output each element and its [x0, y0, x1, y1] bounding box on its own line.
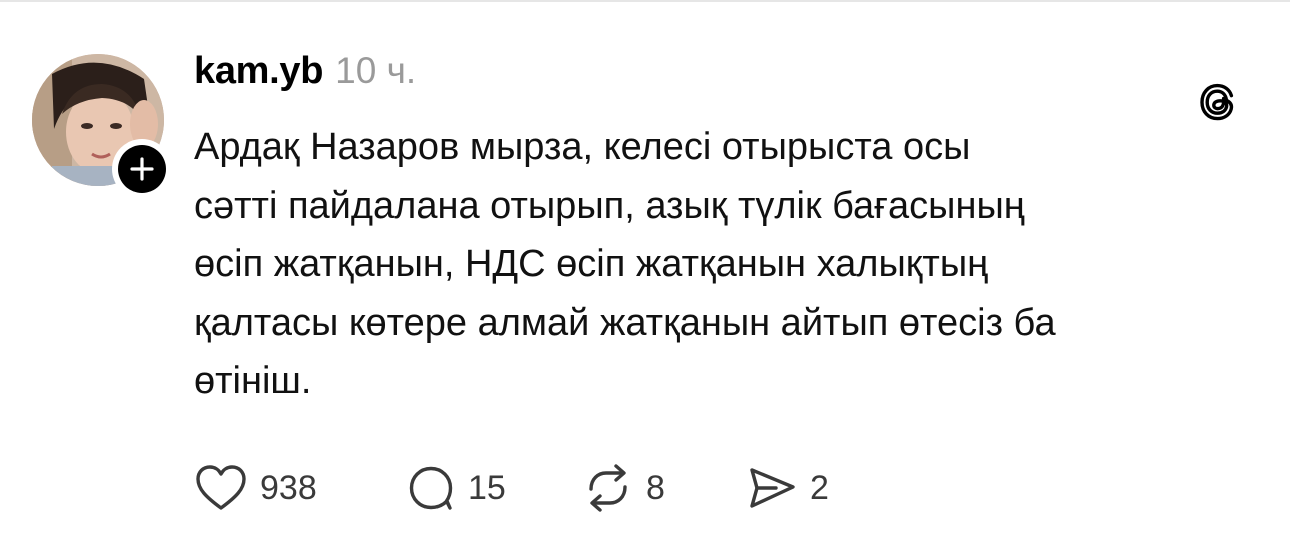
post-header: kam.yb 10 ч.	[194, 50, 416, 100]
post-actions-bar: 938 15 8 2	[194, 460, 866, 516]
like-count: 938	[260, 468, 317, 507]
repost-button[interactable]: 8	[582, 463, 746, 513]
post-body-text: Ардақ Назаров мырза, келесі отырыста осы…	[194, 126, 1056, 402]
comment-icon	[406, 463, 456, 513]
reply-count: 15	[468, 468, 506, 507]
repost-icon	[582, 463, 634, 513]
username[interactable]: kam.yb	[194, 50, 323, 93]
plus-icon	[130, 157, 154, 181]
heart-icon	[194, 463, 248, 513]
repost-count: 8	[646, 468, 665, 507]
author-avatar-container[interactable]	[32, 54, 172, 199]
share-button[interactable]: 2	[746, 463, 866, 513]
like-button[interactable]: 938	[194, 463, 406, 513]
follow-badge-inner	[118, 145, 166, 193]
send-icon	[746, 463, 798, 513]
share-count: 2	[810, 468, 829, 507]
top-divider	[0, 0, 1290, 2]
reply-button[interactable]: 15	[406, 463, 582, 513]
follow-button[interactable]	[112, 139, 172, 199]
timestamp: 10 ч.	[335, 50, 417, 91]
